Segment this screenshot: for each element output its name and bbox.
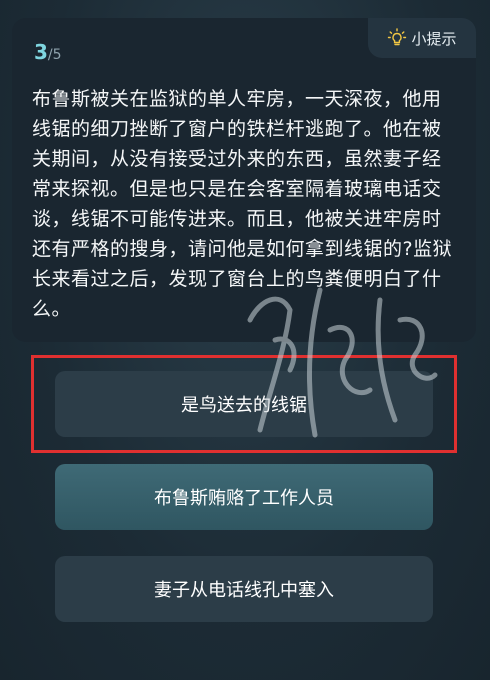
hint-button[interactable]: 小提示	[368, 18, 476, 58]
progress-indicator: 3/5	[34, 40, 62, 64]
progress-total: /5	[47, 47, 62, 63]
answer-option-3[interactable]: 妻子从电话线孔中塞入	[55, 556, 433, 622]
lightbulb-icon	[387, 28, 407, 48]
answer-option-2[interactable]: 布鲁斯贿赂了工作人员	[55, 464, 433, 530]
hint-label: 小提示	[411, 29, 457, 48]
answer-option-3-label: 妻子从电话线孔中塞入	[154, 580, 334, 601]
question-card: 3/5 小提示 布鲁斯被关在监狱的单人牢房，一天深夜，他用线锯的细刀挫断了窗户的…	[12, 18, 476, 342]
question-text: 布鲁斯被关在监狱的单人牢房，一天深夜，他用线锯的细刀挫断了窗户的铁栏杆逃跑了。他…	[32, 88, 453, 320]
answer-option-2-label: 布鲁斯贿赂了工作人员	[154, 488, 334, 509]
highlight-box	[31, 355, 457, 453]
progress-current: 3	[34, 40, 48, 64]
